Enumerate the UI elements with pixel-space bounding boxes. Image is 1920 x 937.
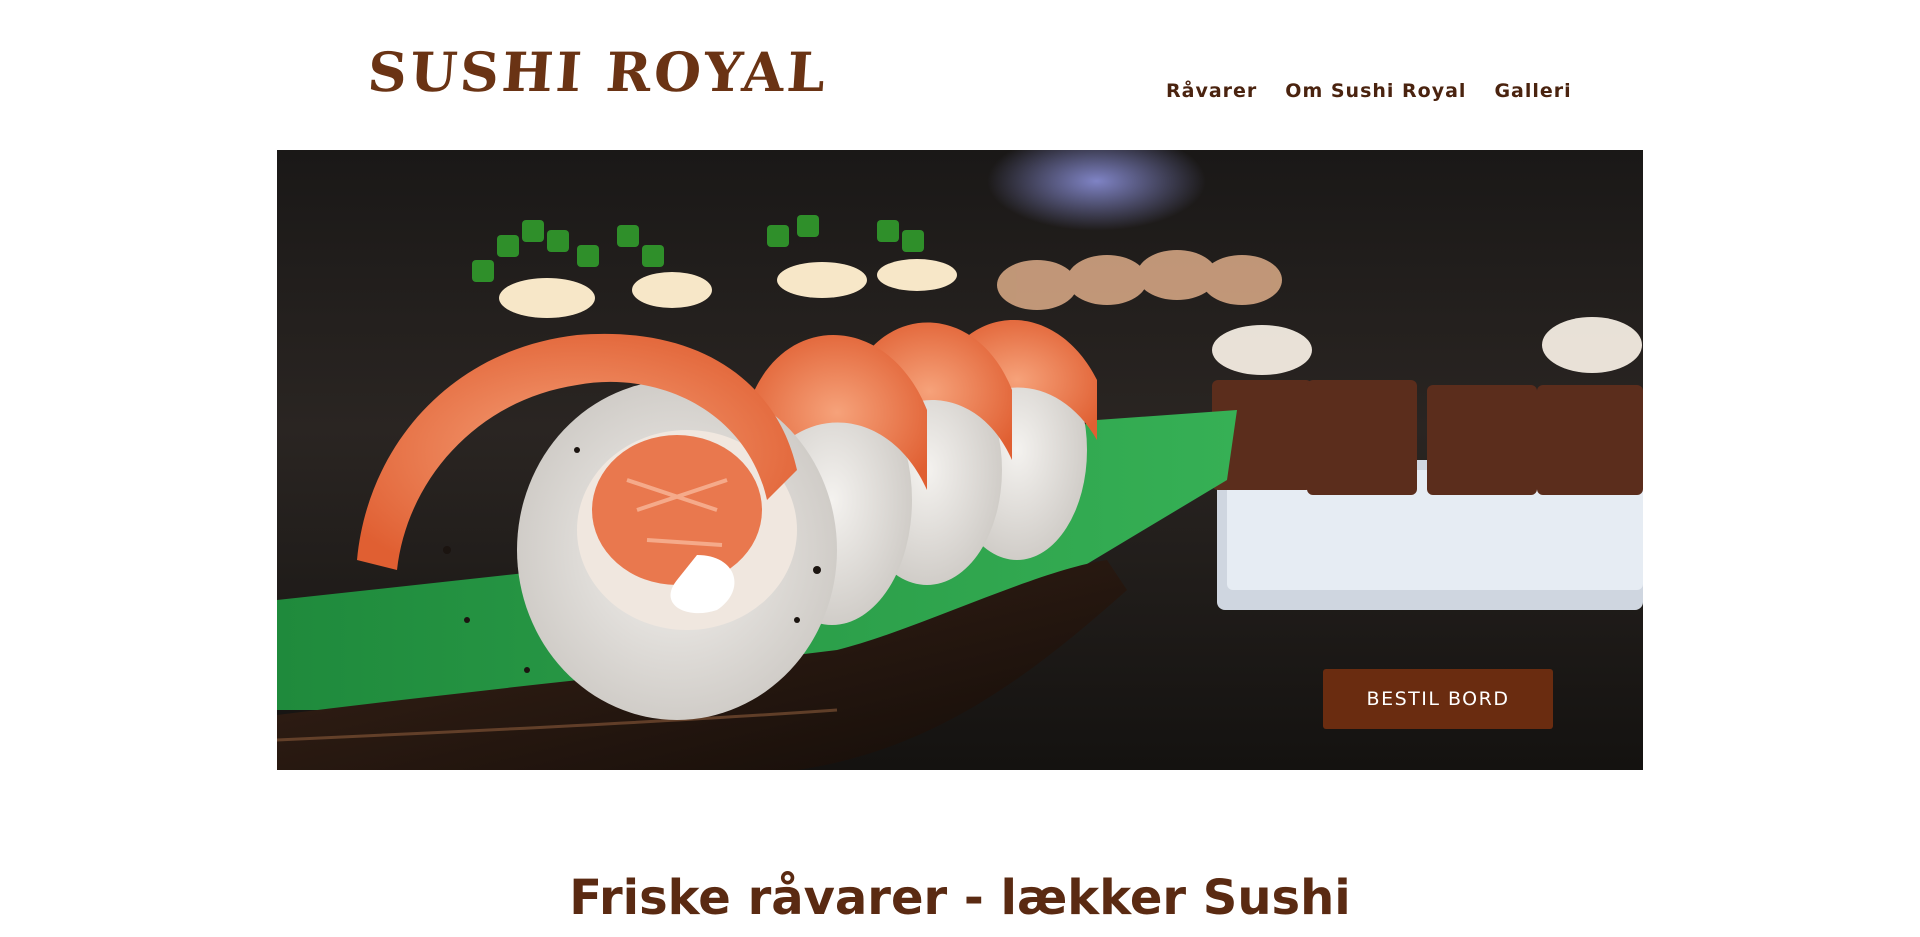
book-table-button[interactable]: BESTIL BORD [1323,669,1553,729]
nav-link-ravarer[interactable]: Råvarer [1166,80,1257,102]
site-header: SUSHI ROYAL Råvarer Om Sushi Royal Galle… [0,0,1920,150]
site-logo[interactable]: SUSHI ROYAL [366,40,831,104]
nav-link-galleri[interactable]: Galleri [1494,80,1571,102]
page-tagline: Friske råvarer - lækker Sushi [569,870,1351,927]
main-nav: Råvarer Om Sushi Royal Galleri [1166,80,1572,102]
nav-link-om-sushi-royal[interactable]: Om Sushi Royal [1285,80,1466,102]
